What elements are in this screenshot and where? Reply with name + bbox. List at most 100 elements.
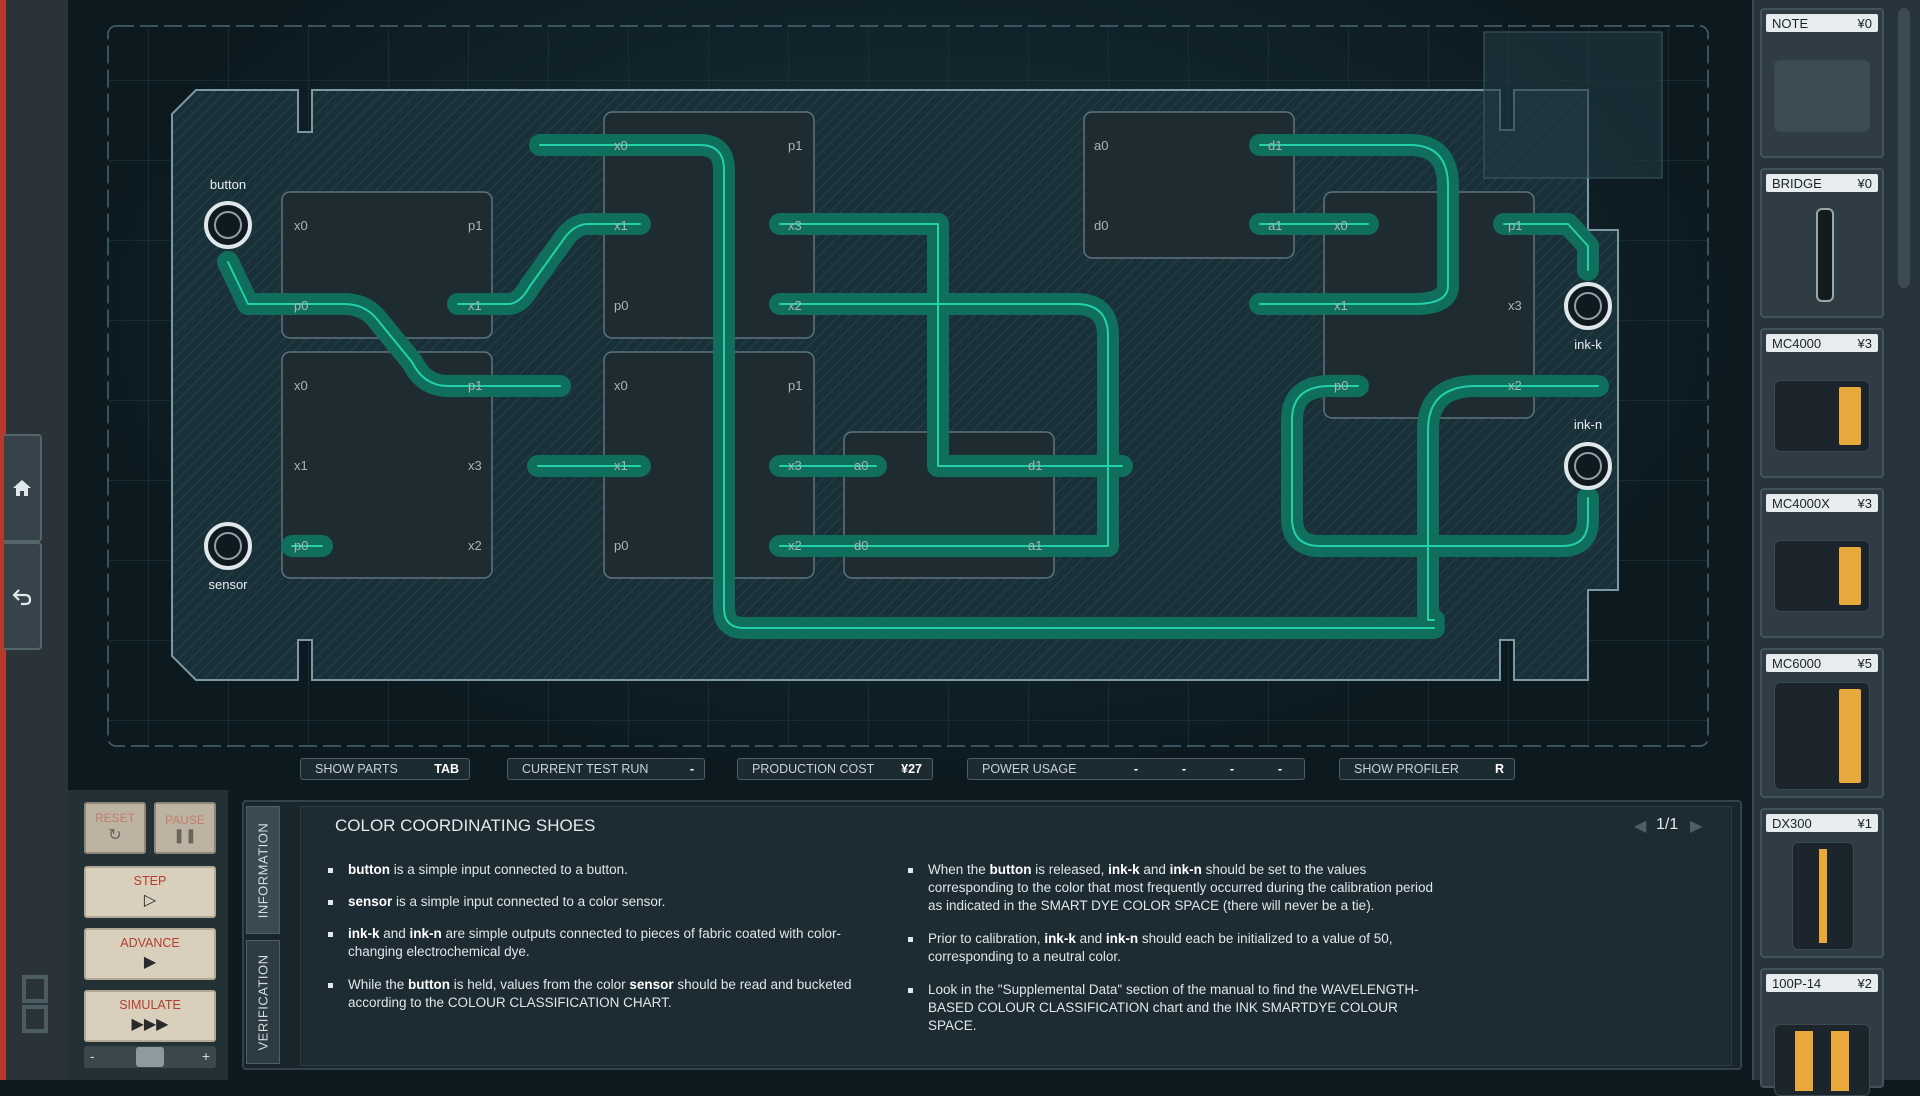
show-parts-label: SHOW PARTS [315,762,398,776]
mc4000-thumbnail [1774,380,1870,452]
dx300-thumbnail [1792,842,1854,950]
show-parts-button[interactable]: SHOW PARTS TAB [300,758,470,780]
circuit-board[interactable]: button sensor ink-k ink-n x0 p1 p0 x1 x0… [68,0,1750,790]
speed-plus[interactable]: + [202,1048,210,1064]
pin-label: p1 [788,378,802,393]
production-cost-value: ¥27 [901,762,922,776]
info-bullet: Prior to calibration, ink-k and ink-n sh… [908,930,1448,966]
ink-k-port[interactable] [1564,282,1612,330]
power-usage-label: POWER USAGE [982,762,1077,776]
palette-item-100p-14[interactable]: 100P-14 ¥2 [1760,968,1884,1096]
palette-item-note[interactable]: NOTE ¥0 [1760,8,1884,158]
undo-button[interactable] [4,542,42,650]
puzzle-title: COLOR COORDINATING SHOES [335,816,596,835]
pin-label: d0 [1094,218,1108,233]
speed-slider-handle[interactable] [136,1047,164,1067]
pin-label: x3 [788,458,802,473]
pin-label: x3 [788,218,802,233]
pin-label: x2 [1508,378,1522,393]
palette-item-mc6000[interactable]: MC6000 ¥5 [1760,648,1884,798]
pin-label: x0 [294,378,308,393]
home-button[interactable] [4,434,42,542]
pin-label: p1 [468,378,482,393]
pin-label: x1 [614,458,628,473]
speed-slider[interactable]: - + [84,1046,216,1068]
note-thumbnail [1774,60,1870,132]
reset-icon: ↻ [108,827,122,844]
advance-icon: ▶ [143,954,157,971]
minimap[interactable] [1483,31,1663,179]
info-bullet: button is a simple input connected to a … [328,861,888,879]
show-profiler-button[interactable]: SHOW PROFILER R [1339,758,1515,780]
step-icon: ▷ [143,892,157,909]
pause-label: PAUSE [165,812,205,827]
power-value: - [1229,762,1235,776]
next-page-icon[interactable]: ▶ [1690,816,1702,836]
pin-label: a1 [1268,218,1282,233]
prev-page-icon[interactable]: ◀ [1634,816,1646,836]
pin-label: x3 [1508,298,1522,313]
pin-label: d1 [1028,458,1042,473]
ink-n-port[interactable] [1564,442,1612,490]
tab-information[interactable]: INFORMATION [246,806,280,934]
pin-label: x2 [788,538,802,553]
tab-verification-label: VERIFICATION [255,953,271,1051]
sensor-port[interactable] [204,522,252,570]
bridge-thumbnail [1816,208,1834,302]
reset-button[interactable]: RESET ↻ [84,802,146,854]
info-bullet: When the button is released, ink-k and i… [908,861,1448,915]
pin-label: x0 [1334,218,1348,233]
info-bullet: While the button is held, values from th… [328,976,888,1012]
current-test-run-label: CURRENT TEST RUN [522,762,649,776]
palette-item-mc4000[interactable]: MC4000 ¥3 [1760,328,1884,478]
pin-label: p0 [1334,378,1348,393]
palette-item-mc4000x[interactable]: MC4000X ¥3 [1760,488,1884,638]
palette-scrollbar[interactable] [1898,8,1910,288]
step-button[interactable]: STEP ▷ [84,866,216,918]
home-icon [13,480,31,496]
production-cost-label: PRODUCTION COST [752,762,875,776]
speed-minus[interactable]: - [90,1048,95,1064]
pin-label: p0 [614,538,628,553]
mc4000x-thumbnail [1774,540,1870,612]
power-value: - [1133,762,1139,776]
tab-information-label: INFORMATION [255,822,271,918]
pin-label: x2 [468,538,482,553]
pause-button[interactable]: PAUSE ❚❚ [154,802,216,854]
pin-label: p0 [294,298,308,313]
page-indicator: 1/1 [1656,816,1679,833]
pin-label: a0 [1094,138,1108,153]
chip-mc4000x-2[interactable] [1083,111,1295,259]
ink-k-label: ink-k [1574,337,1602,352]
palette-item-dx300[interactable]: DX300 ¥1 [1760,808,1884,958]
power-usage: POWER USAGE - - - - [967,758,1305,780]
pin-label: p1 [468,218,482,233]
pin-label: x0 [614,138,628,153]
pin-label: x2 [788,298,802,313]
palette-item-bridge[interactable]: BRIDGE ¥0 [1760,168,1884,318]
info-bullet: sensor is a simple input connected to a … [328,893,888,911]
info-bullet: Look in the "Supplemental Data" section … [908,981,1448,1035]
pin-label: x0 [294,218,308,233]
pin-label: p0 [294,538,308,553]
info-bullet: ink-k and ink-n are simple outputs conne… [328,925,888,961]
pin-label: a0 [854,458,868,473]
power-value: - [1181,762,1187,776]
pin-label: x0 [614,378,628,393]
undo-icon [12,589,32,606]
advance-button[interactable]: ADVANCE ▶ [84,928,216,980]
current-test-run: CURRENT TEST RUN - [507,758,705,780]
button-port[interactable] [204,201,252,249]
simulate-icon: ▶▶▶ [131,1016,169,1033]
simulate-button[interactable]: SIMULATE ▶▶▶ [84,990,216,1042]
pin-label: d0 [854,538,868,553]
pin-label: x1 [614,218,628,233]
reset-label: RESET [94,811,135,825]
sensor-label: sensor [208,577,248,592]
power-value: - [1277,762,1283,776]
pin-label: p0 [614,298,628,313]
pin-label: x1 [468,298,482,313]
button-label: button [210,177,246,192]
ink-n-label: ink-n [1574,417,1602,432]
tab-verification[interactable]: VERIFICATION [246,940,280,1064]
